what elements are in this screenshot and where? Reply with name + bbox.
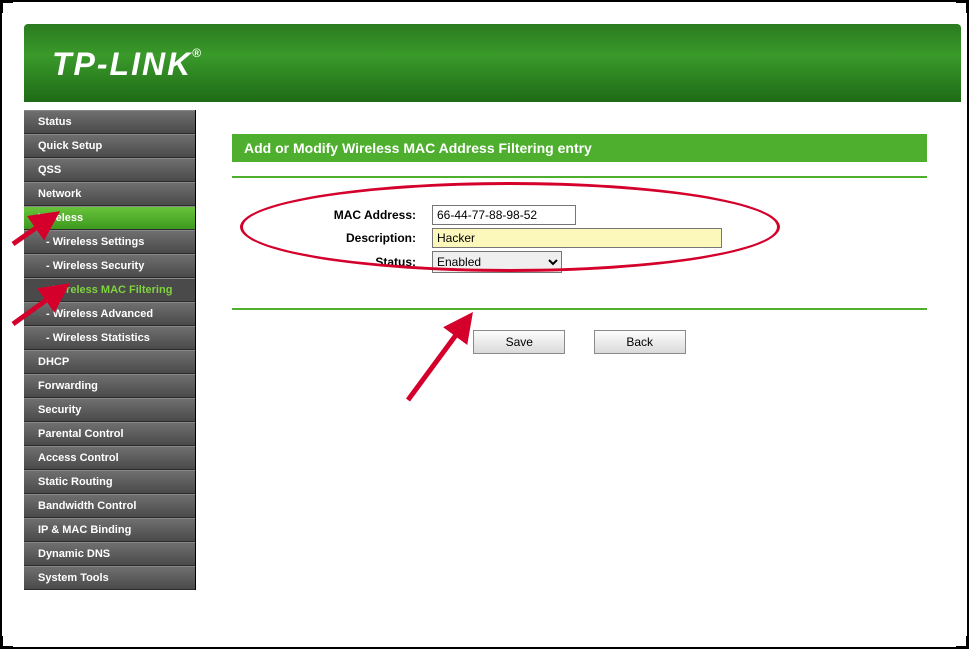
sidebar-item-access-control[interactable]: Access Control <box>24 446 195 470</box>
header-bar: TP-LINK® <box>24 24 961 102</box>
corner-marker <box>956 636 968 648</box>
divider <box>232 308 927 310</box>
button-row: Save Back <box>232 324 927 354</box>
sidebar-item-dhcp[interactable]: DHCP <box>24 350 195 374</box>
sidebar-item-wireless[interactable]: Wireless <box>24 206 195 230</box>
sidebar-item-bandwidth-control[interactable]: Bandwidth Control <box>24 494 195 518</box>
sidebar-item-network[interactable]: Network <box>24 182 195 206</box>
divider <box>232 176 927 178</box>
sidebar-nav: StatusQuick SetupQSSNetworkWireless- Wir… <box>24 110 196 590</box>
sidebar-item-wireless-security[interactable]: - Wireless Security <box>24 254 195 278</box>
sidebar-item-ip-mac-binding[interactable]: IP & MAC Binding <box>24 518 195 542</box>
sidebar-item-wireless-mac-filtering[interactable]: - Wireless MAC Filtering <box>24 278 195 302</box>
corner-marker <box>1 1 13 13</box>
description-input[interactable] <box>432 228 722 248</box>
sidebar-item-parental-control[interactable]: Parental Control <box>24 422 195 446</box>
sidebar-item-wireless-statistics[interactable]: - Wireless Statistics <box>24 326 195 350</box>
status-label: Status: <box>232 255 432 269</box>
content-area: Add or Modify Wireless MAC Address Filte… <box>212 110 957 637</box>
corner-marker <box>956 1 968 13</box>
sidebar-item-dynamic-dns[interactable]: Dynamic DNS <box>24 542 195 566</box>
mac-address-input[interactable] <box>432 205 576 225</box>
description-label: Description: <box>232 231 432 245</box>
brand-logo: TP-LINK® <box>24 24 961 83</box>
sidebar-item-wireless-advanced[interactable]: - Wireless Advanced <box>24 302 195 326</box>
mac-address-label: MAC Address: <box>232 208 432 222</box>
page-title: Add or Modify Wireless MAC Address Filte… <box>232 134 927 162</box>
sidebar-item-security[interactable]: Security <box>24 398 195 422</box>
status-select[interactable]: Enabled <box>432 251 562 273</box>
sidebar-item-wireless-settings[interactable]: - Wireless Settings <box>24 230 195 254</box>
sidebar-item-quick-setup[interactable]: Quick Setup <box>24 134 195 158</box>
sidebar-item-status[interactable]: Status <box>24 110 195 134</box>
back-button[interactable]: Back <box>594 330 686 354</box>
sidebar-item-static-routing[interactable]: Static Routing <box>24 470 195 494</box>
corner-marker <box>1 636 13 648</box>
save-button[interactable]: Save <box>473 330 565 354</box>
mac-filter-form: MAC Address: Description: Status: Enable… <box>232 192 927 294</box>
sidebar-item-qss[interactable]: QSS <box>24 158 195 182</box>
router-admin-window: TP-LINK® StatusQuick SetupQSSNetworkWire… <box>0 0 969 649</box>
sidebar-item-system-tools[interactable]: System Tools <box>24 566 195 590</box>
sidebar-item-forwarding[interactable]: Forwarding <box>24 374 195 398</box>
